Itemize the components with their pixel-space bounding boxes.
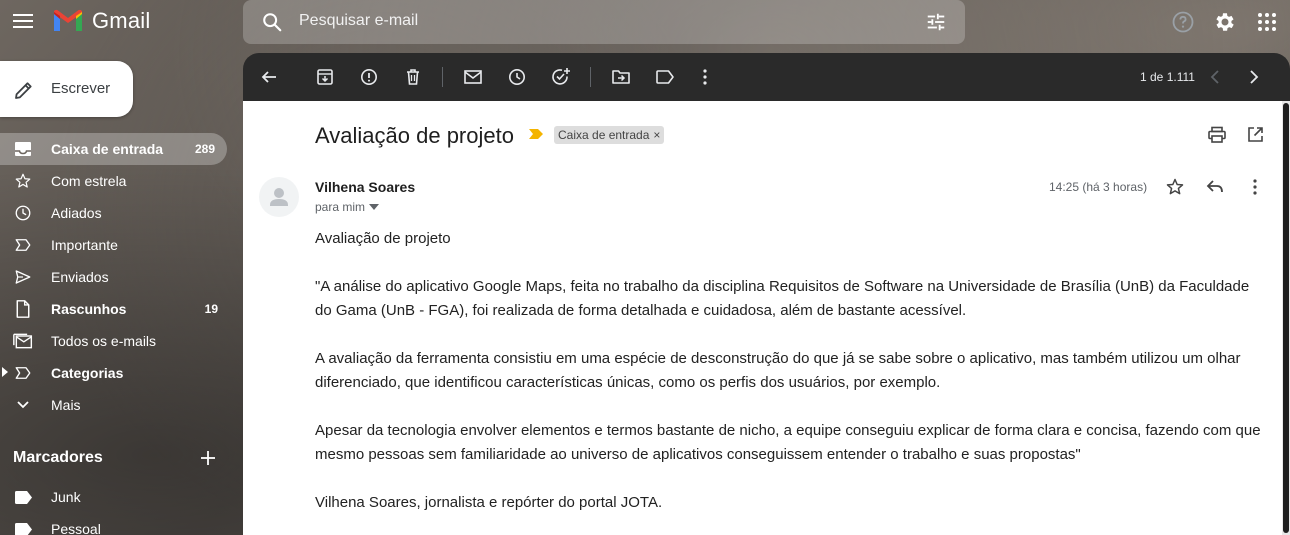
sidebar-item-sent[interactable]: Enviados [0, 261, 230, 293]
message-scrollbar[interactable] [1282, 101, 1290, 535]
star-message-icon[interactable] [1165, 177, 1185, 197]
gmail-m-icon [54, 9, 82, 31]
send-icon [13, 268, 33, 286]
body-paragraph: Avaliação de projeto [315, 230, 451, 247]
move-to-folder-icon[interactable] [609, 65, 633, 89]
sidebar-item-drafts[interactable]: Rascunhos 19 [0, 293, 230, 325]
add-label-icon[interactable] [199, 449, 217, 467]
sidebar-item-important[interactable]: Importante [0, 229, 230, 261]
gmail-wordmark: Gmail [92, 8, 151, 33]
help-icon[interactable] [1170, 9, 1196, 35]
message-body: Avaliação de projeto "A análise do aplic… [315, 227, 1270, 535]
message-toolbar: 1 de 1.111 [243, 53, 1290, 101]
label-tag-icon[interactable] [653, 65, 677, 89]
categories-icon [13, 364, 33, 382]
recipient-details-toggle[interactable]: para mim [315, 200, 380, 214]
label-item-pessoal[interactable]: Pessoal [0, 513, 230, 535]
sidebar-item-label: Mais [51, 397, 81, 413]
star-icon [13, 172, 33, 190]
sender-name[interactable]: Vilhena Soares [315, 179, 415, 195]
label-item-junk[interactable]: Junk [0, 481, 230, 513]
labels-header: Marcadores [13, 449, 103, 466]
chevron-down-icon [13, 396, 33, 414]
add-task-icon[interactable] [549, 65, 573, 89]
print-icon[interactable] [1208, 126, 1226, 144]
recipient-text: para mim [315, 200, 366, 214]
sidebar-item-label: Categorias [51, 365, 124, 381]
chip-label: Caixa de entrada [558, 128, 650, 142]
older-chevron-left-icon[interactable] [1203, 65, 1227, 89]
toolbar-divider [442, 67, 443, 87]
body-paragraph: Apesar da tecnologia envolver elementos … [315, 422, 1261, 463]
open-new-window-icon[interactable] [1247, 126, 1264, 143]
remove-label-button[interactable]: × [653, 128, 660, 142]
body-paragraph: Vilhena Soares, jornalista e repórter do… [315, 494, 663, 511]
sidebar-item-categories[interactable]: Categorias [0, 357, 230, 389]
pagination-text: 1 de 1.111 [1140, 70, 1195, 84]
draft-icon [13, 300, 33, 318]
label-name: Pessoal [51, 521, 101, 535]
inbox-icon [13, 140, 33, 158]
message-view: Avaliação de projeto Caixa de entrada × … [243, 101, 1282, 535]
sidebar-item-starred[interactable]: Com estrela [0, 165, 230, 197]
label-icon [15, 491, 32, 504]
scrollbar-thumb[interactable] [1283, 103, 1289, 533]
pencil-icon [12, 78, 36, 102]
sidebar-item-label: Rascunhos [51, 301, 127, 317]
unread-count: 289 [194, 142, 215, 156]
all-mail-icon [13, 332, 33, 350]
sidebar-item-label: Adiados [51, 205, 102, 221]
importance-marker-icon[interactable] [529, 129, 543, 139]
email-subject: Avaliação de projeto [315, 123, 514, 148]
sidebar-item-label: Importante [51, 237, 118, 253]
sidebar-item-snoozed[interactable]: Adiados [0, 197, 230, 229]
top-right-controls [1170, 9, 1280, 35]
search-icon[interactable] [261, 11, 283, 33]
label-chip-inbox: Caixa de entrada × [554, 126, 665, 144]
search-options-icon[interactable] [925, 11, 947, 33]
sidebar-item-label: Caixa de entrada [51, 141, 164, 157]
expand-caret-icon[interactable] [2, 367, 8, 377]
reply-icon[interactable] [1205, 177, 1225, 197]
back-arrow-icon[interactable] [257, 65, 281, 89]
body-paragraph: "A análise do aplicativo Google Maps, fe… [315, 278, 1250, 319]
archive-icon[interactable] [313, 65, 337, 89]
search-bar [243, 0, 965, 44]
caret-down-icon [369, 204, 380, 210]
main-menu-button[interactable] [10, 8, 36, 34]
label-name: Junk [51, 489, 81, 505]
apps-grid-icon[interactable] [1254, 9, 1280, 35]
search-input[interactable] [299, 8, 899, 34]
clock-icon [13, 204, 33, 222]
sidebar-item-label: Com estrela [51, 173, 127, 189]
sidebar-item-more[interactable]: Mais [0, 389, 230, 421]
settings-gear-icon[interactable] [1212, 9, 1238, 35]
sidebar-nav: Caixa de entrada 289 Com estrela Adiados… [0, 133, 230, 421]
sender-avatar[interactable] [259, 177, 299, 217]
body-paragraph: A avaliação da ferramenta consistiu em u… [315, 350, 1241, 391]
report-spam-icon[interactable] [357, 65, 381, 89]
delete-trash-icon[interactable] [401, 65, 425, 89]
compose-label: Escrever [51, 80, 111, 97]
sidebar-item-label: Enviados [51, 269, 109, 285]
drafts-count: 19 [204, 302, 218, 316]
snooze-clock-icon[interactable] [505, 65, 529, 89]
more-options-icon[interactable] [693, 65, 717, 89]
hamburger-icon [13, 14, 33, 28]
sidebar-item-label: Todos os e-mails [51, 333, 157, 349]
sidebar-item-inbox[interactable]: Caixa de entrada 289 [0, 133, 227, 165]
label-icon [15, 523, 32, 535]
important-icon [13, 236, 33, 254]
sidebar-item-all-mail[interactable]: Todos os e-mails [0, 325, 230, 357]
gmail-logo[interactable]: Gmail [52, 8, 150, 34]
message-more-options-icon[interactable] [1245, 177, 1265, 197]
toolbar-divider [590, 67, 591, 87]
compose-button[interactable]: Escrever [0, 61, 133, 117]
message-timestamp: 14:25 (há 3 horas) [1049, 180, 1148, 194]
newer-chevron-right-icon[interactable] [1242, 65, 1266, 89]
mark-unread-mail-icon[interactable] [461, 65, 485, 89]
